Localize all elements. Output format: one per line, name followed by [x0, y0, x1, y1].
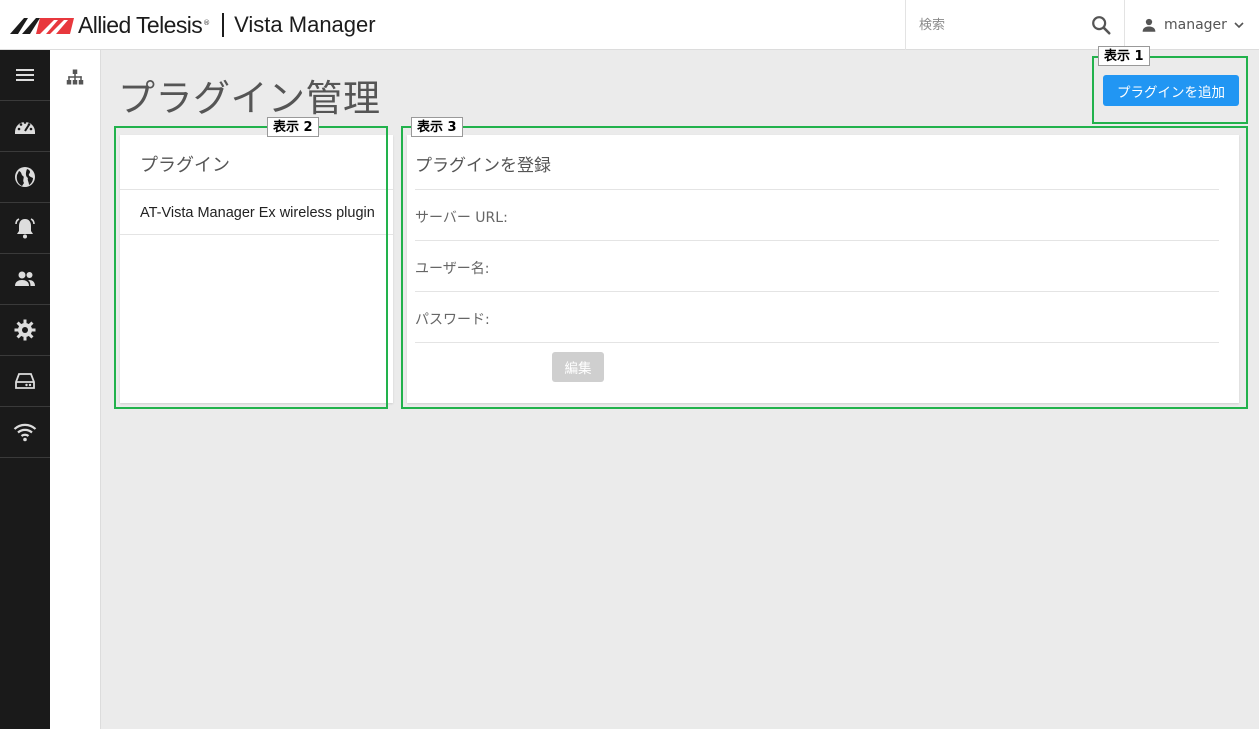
annotation-box-2 — [114, 126, 388, 409]
storage-icon — [15, 373, 35, 389]
sidebar-item-menu[interactable] — [0, 50, 50, 101]
sidebar-item-dashboard[interactable] — [0, 101, 50, 152]
wifi-icon — [13, 423, 37, 442]
people-icon — [15, 271, 35, 286]
annotation-box-3 — [401, 126, 1248, 409]
sidebar-item-wireless[interactable] — [0, 407, 50, 458]
gear-icon — [14, 319, 36, 341]
allied-telesis-logo-icon — [10, 18, 74, 34]
sub-navigation — [50, 50, 101, 729]
search-input[interactable] — [919, 14, 1079, 36]
user-name: manager — [1164, 17, 1227, 33]
search-icon[interactable] — [1090, 14, 1112, 36]
product-name: Vista Manager — [234, 12, 376, 37]
user-menu[interactable]: manager — [1140, 0, 1252, 50]
sidebar-item-alarms[interactable] — [0, 203, 50, 254]
top-bar: Allied Telesis ® Vista Manager manager — [0, 0, 1259, 50]
sidebar-item-globe[interactable] — [0, 152, 50, 203]
brand-separator — [222, 13, 225, 37]
brand-registered-mark: ® — [203, 19, 211, 27]
sidebar-item-storage[interactable] — [0, 356, 50, 407]
annotation-box-1 — [1092, 56, 1248, 124]
page-title: プラグイン管理 — [118, 77, 381, 120]
sitemap-icon[interactable] — [66, 68, 84, 86]
annotation-label-2: 表示 2 — [267, 117, 319, 137]
brand-logo[interactable]: Allied Telesis ® Vista Manager — [10, 10, 376, 40]
sidebar-item-settings[interactable] — [0, 305, 50, 356]
chevron-down-icon — [1234, 22, 1244, 29]
sidebar — [0, 50, 50, 729]
globe-icon — [15, 167, 35, 187]
dashboard-icon — [15, 121, 35, 134]
alarm-bell-icon — [15, 218, 35, 239]
sidebar-item-users[interactable] — [0, 254, 50, 305]
menu-icon — [16, 69, 34, 81]
annotation-label-1: 表示 1 — [1098, 46, 1150, 66]
search-box — [905, 0, 1125, 50]
user-icon — [1142, 18, 1156, 32]
brand-name: Allied Telesis — [78, 11, 203, 38]
annotation-label-3: 表示 3 — [411, 117, 463, 137]
